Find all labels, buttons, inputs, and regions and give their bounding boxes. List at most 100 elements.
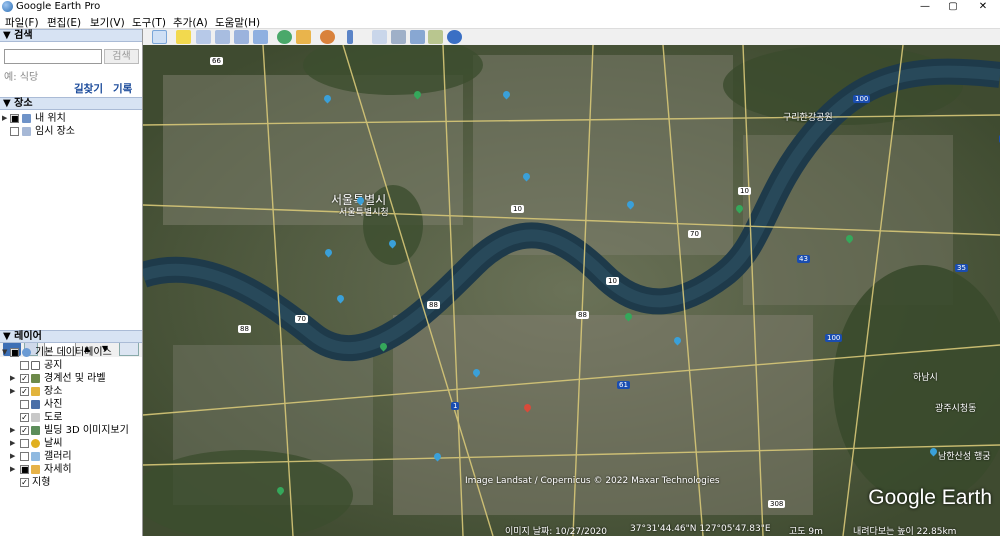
place-item-my-places[interactable]: ▶ ■ 내 위치 (0, 112, 140, 125)
window-title: Google Earth Pro (16, 1, 101, 12)
expand-icon[interactable]: ▶ (10, 385, 15, 398)
title-bar: Google Earth Pro — ▢ ✕ (0, 0, 1000, 14)
layer-label: 자세히 (44, 464, 72, 475)
highway-shield: 100 (825, 334, 843, 342)
historical-imagery-icon[interactable] (277, 30, 292, 44)
highway-shield: 43 (797, 255, 810, 263)
checkbox[interactable]: ✓ (20, 426, 29, 435)
maximize-button[interactable]: ▢ (938, 0, 968, 14)
sun-icon[interactable] (296, 30, 311, 44)
directions-link[interactable]: 길찾기 (74, 81, 103, 96)
layer-item-primary-db[interactable]: ▼ ■ 기본 데이터베이스 (0, 346, 140, 359)
print-icon[interactable] (391, 30, 406, 44)
database-icon (22, 348, 31, 357)
history-link[interactable]: 기록 (113, 81, 132, 96)
eye-altitude: 내려다보는 높이 22.85km (853, 527, 957, 536)
highway-shield: 10 (606, 277, 619, 285)
image-overlay-icon[interactable] (234, 30, 249, 44)
path-icon[interactable] (215, 30, 230, 44)
layer-label: 날씨 (44, 438, 63, 449)
layer-item-places[interactable]: ▶ ✓ 장소 (0, 385, 140, 398)
google-earth-logo: Google Earth (868, 486, 992, 509)
checkbox[interactable]: ✓ (20, 478, 29, 487)
menu-edit[interactable]: 편집(E) (47, 15, 81, 30)
layer-item-3d-buildings[interactable]: ▶ ✓ 빌딩 3D 이미지보기 (0, 424, 140, 437)
menu-tools[interactable]: 도구(T) (132, 15, 166, 30)
map-view[interactable]: 서울특별시 서울특별시청 구리한강공원 하남시 광주시청동 남한산성 행궁 66… (143, 45, 1000, 536)
layer-item-more[interactable]: ▶ ■ 자세히 (0, 463, 140, 476)
places-icon (31, 387, 40, 396)
view-in-maps-icon[interactable] (428, 30, 443, 44)
layers-panel-header[interactable]: ▼ 레이어 (0, 330, 142, 343)
collapse-icon[interactable]: ▼ (2, 346, 7, 359)
envelope-icon (31, 361, 40, 370)
expand-icon[interactable]: ▶ (10, 372, 15, 385)
map-label-guri[interactable]: 구리한강공원 (783, 110, 833, 123)
layer-label: 공지 (44, 360, 63, 371)
layer-label: 도로 (44, 412, 63, 423)
layer-item-borders[interactable]: ▶ ✓ 경계선 및 라벨 (0, 372, 140, 385)
map-label-city-hall[interactable]: 서울특별시청 (339, 205, 389, 218)
layer-item-notice[interactable]: 공지 (0, 359, 140, 372)
folder-icon (31, 465, 40, 474)
map-label-namhansanseong[interactable]: 남한산성 행궁 (938, 449, 991, 462)
minimize-button[interactable]: — (910, 0, 940, 14)
imagery-copyright: Image Landsat / Copernicus © 2022 Maxar … (465, 476, 720, 486)
polygon-icon[interactable] (196, 30, 211, 44)
close-button[interactable]: ✕ (968, 0, 998, 14)
layer-item-gallery[interactable]: ▶ 갤러리 (0, 450, 140, 463)
expand-icon[interactable]: ▶ (10, 450, 15, 463)
email-icon[interactable] (372, 30, 387, 44)
google-earth-web-icon[interactable] (447, 30, 462, 44)
expand-icon[interactable]: ▶ (10, 437, 15, 450)
layer-item-weather[interactable]: ▶ 날씨 (0, 437, 140, 450)
expand-icon[interactable]: ▶ (2, 112, 7, 125)
checkbox[interactable] (20, 439, 29, 448)
places-panel-header[interactable]: ▼ 장소 (0, 97, 142, 110)
checkbox[interactable]: ■ (10, 114, 19, 123)
menu-bar: 파일(F) 편집(E) 보기(V) 도구(T) 추가(A) 도움말(H) (0, 14, 1000, 29)
highway-shield: 100 (853, 95, 871, 103)
highway-shield: 66 (210, 57, 223, 65)
checkbox[interactable] (20, 400, 29, 409)
sidebar: ▼ 검색 검색 예: 식당 길찾기 기록 ▼ 장소 ▶ ■ 내 위치 임시 장소… (0, 29, 143, 536)
menu-view[interactable]: 보기(V) (90, 15, 125, 30)
search-input[interactable] (4, 49, 102, 64)
checkbox[interactable]: ✓ (20, 387, 29, 396)
expand-icon[interactable]: ▶ (10, 463, 15, 476)
checkbox[interactable]: ✓ (20, 413, 29, 422)
layer-label: 경계선 및 라벨 (44, 373, 106, 384)
layer-label: 지형 (32, 477, 51, 488)
menu-help[interactable]: 도움말(H) (215, 15, 260, 30)
elevation: 고도 9m (789, 527, 823, 536)
checkbox[interactable] (10, 127, 19, 136)
record-tour-icon[interactable] (253, 30, 268, 44)
map-label-hanam[interactable]: 하남시 (913, 370, 938, 383)
menu-add[interactable]: 추가(A) (173, 15, 208, 30)
highway-shield: 70 (688, 230, 701, 238)
google-earth-app-icon (2, 1, 13, 12)
imagery-date: 이미지 날짜: 10/27/2020 (505, 527, 608, 536)
ruler-icon[interactable] (347, 30, 353, 44)
expand-icon[interactable]: ▶ (10, 424, 15, 437)
checkbox[interactable]: ✓ (20, 374, 29, 383)
checkbox[interactable]: ■ (20, 465, 29, 474)
checkbox[interactable]: ■ (10, 348, 19, 357)
checkbox[interactable] (20, 452, 29, 461)
places-header-label: 장소 (14, 98, 33, 109)
search-panel-header[interactable]: ▼ 검색 (0, 29, 142, 42)
layers-header-label: 레이어 (14, 331, 42, 342)
planets-icon[interactable] (320, 30, 335, 44)
placemark-icon[interactable] (176, 30, 191, 44)
layer-item-terrain[interactable]: ✓ 지형 (0, 476, 140, 489)
search-button[interactable]: 검색 (104, 49, 139, 64)
sidebar-toggle-icon[interactable] (152, 30, 167, 44)
layer-item-roads[interactable]: ✓ 도로 (0, 411, 140, 424)
place-item-temporary[interactable]: 임시 장소 (0, 125, 140, 138)
save-image-icon[interactable] (410, 30, 425, 44)
checkbox[interactable] (20, 361, 29, 370)
layer-item-photos[interactable]: 사진 (0, 398, 140, 411)
folder-icon (22, 114, 31, 123)
menu-file[interactable]: 파일(F) (5, 15, 39, 30)
map-label-gwangju[interactable]: 광주시청동 (935, 401, 976, 414)
